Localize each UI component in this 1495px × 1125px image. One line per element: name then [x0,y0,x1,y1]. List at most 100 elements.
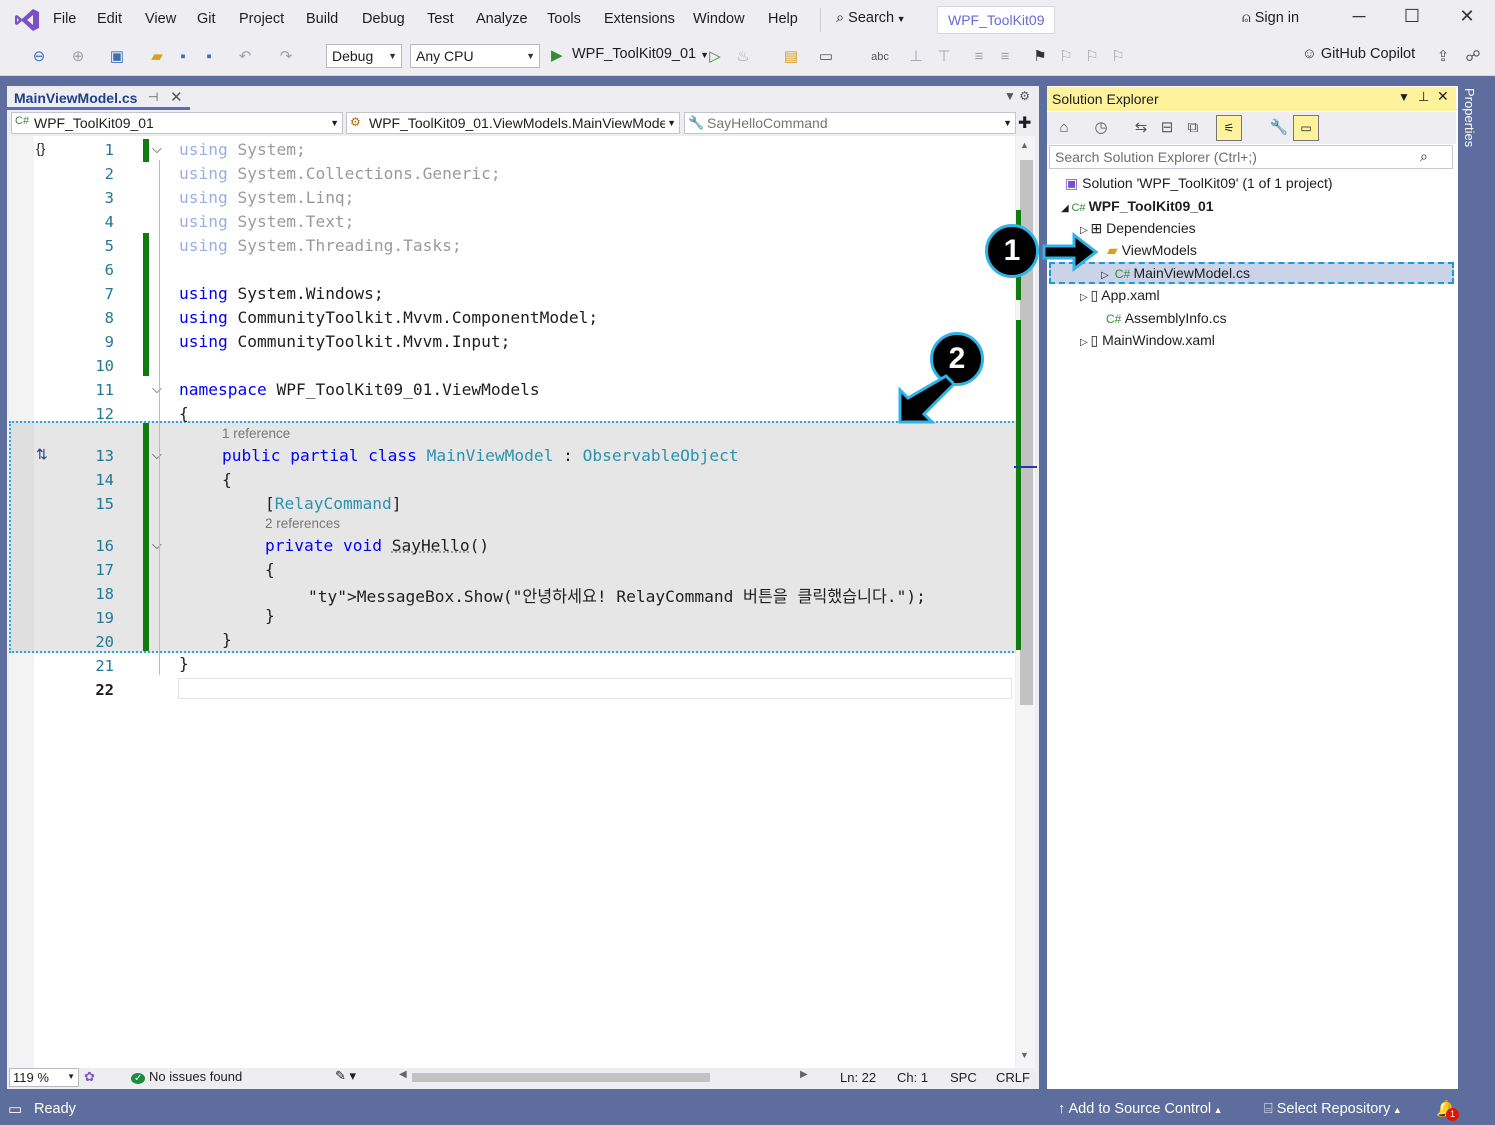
start-project-button[interactable]: WPF_ToolKit09_01 ▼ [572,46,709,62]
tree-folder-viewmodels[interactable]: ▰ ViewModels [1107,242,1197,259]
menu-extensions[interactable]: Extensions [604,11,675,27]
panel-options-icon[interactable]: ▼ [1398,90,1410,104]
sign-in-button[interactable]: ⍝ Sign in [1242,10,1299,26]
collapse-icon[interactable]: ⌵ [152,447,162,463]
project-nav-dropdown[interactable]: C# WPF_ToolKit09_01 ▼ [11,112,343,134]
save-all-icon[interactable]: ▪ [198,46,220,68]
collapse-icon[interactable]: ⌵ [152,537,162,553]
horizontal-scrollbar-thumb[interactable] [412,1073,710,1082]
codelens-references[interactable]: 2 references [265,516,340,531]
split-editor-icon[interactable]: ✚ [1018,113,1031,133]
uncomment-icon[interactable]: ⊤ [933,46,955,68]
maximize-button[interactable]: ☐ [1397,6,1427,34]
issues-indicator[interactable]: ✓ No issues found [131,1069,242,1084]
feedback-icon[interactable]: ☍ [1462,46,1484,68]
member-nav-dropdown[interactable]: 🔧 SayHelloCommand ▼ [684,112,1016,134]
pending-changes-icon[interactable]: ◷ [1090,117,1112,139]
close-icon[interactable]: ✕ [1437,88,1449,105]
solution-platform-dropdown[interactable]: Any CPU ▼ [410,44,540,68]
tree-solution[interactable]: ▣ Solution 'WPF_ToolKit09' (1 of 1 proje… [1065,175,1333,192]
scroll-left-icon[interactable]: ◀ [399,1069,407,1080]
properties-tab[interactable]: Properties [1462,88,1477,147]
undo-icon[interactable]: ↶ [234,46,256,68]
next-bookmark-icon[interactable]: ⚐ [1081,46,1103,68]
menu-window[interactable]: Window [693,11,745,27]
collapse-icon[interactable]: ⌵ [152,141,162,157]
zoom-dropdown[interactable]: 119 % ▼ [9,1068,79,1087]
tree-file-mainwindow[interactable]: ▷ ▯ MainWindow.xaml [1080,332,1215,349]
output-icon[interactable]: ▭ [8,1100,22,1118]
solution-configuration-dropdown[interactable]: Debug ▼ [326,44,402,68]
minimize-button[interactable]: ─ [1344,6,1374,34]
using-directive-icon[interactable]: {} [36,140,45,156]
tree-file-mainviewmodel[interactable]: ▷ C# MainViewModel.cs [1101,265,1250,281]
column-indicator[interactable]: Ch: 1 [897,1070,928,1085]
hot-reload-icon[interactable]: ♨ [732,46,754,68]
line-ending-indicator[interactable]: CRLF [996,1070,1030,1085]
global-search-button[interactable]: ⌕ Search ▼ [836,10,906,26]
menu-view[interactable]: View [145,11,176,27]
menu-project[interactable]: Project [239,11,284,27]
menu-test[interactable]: Test [427,11,454,27]
properties-wrench-icon[interactable]: 🔧 [1268,117,1290,139]
share-icon[interactable]: ⇪ [1432,46,1454,68]
clear-bookmarks-icon[interactable]: ⚐ [1107,46,1129,68]
navigate-forward-icon[interactable]: ⊕ [67,46,89,68]
start-debugging-icon[interactable]: ▶ [551,46,563,64]
pin-icon[interactable]: ⊣ [148,90,158,104]
solution-folder-icon[interactable]: ▤ [780,46,802,68]
tab-overflow-icon[interactable]: ▼ ⚙ [1004,89,1030,103]
scroll-down-icon[interactable]: ▼ [1020,1050,1029,1060]
save-icon[interactable]: ▪ [172,46,194,68]
menu-tools[interactable]: Tools [547,11,581,27]
tree-file-app[interactable]: ▷ ▯ App.xaml [1080,287,1160,304]
bookmark-icon[interactable]: ⚑ [1029,46,1051,68]
codelens-references[interactable]: 1 reference [222,426,290,441]
indent-icon[interactable]: ≡ [994,46,1016,68]
menu-debug[interactable]: Debug [362,11,405,27]
redo-icon[interactable]: ↷ [275,46,297,68]
menu-build[interactable]: Build [306,11,338,27]
close-icon[interactable]: ✕ [170,88,183,106]
tree-file-assemblyinfo[interactable]: C# AssemblyInfo.cs [1106,310,1227,326]
start-without-debugging-icon[interactable]: ▷ [704,46,726,68]
whitespace-indicator[interactable]: SPC [950,1070,977,1085]
previous-bookmark-icon[interactable]: ⚐ [1055,46,1077,68]
open-folder-icon[interactable]: ▰ [146,46,168,68]
github-copilot-button[interactable]: ☺ GitHub Copilot [1302,46,1415,62]
show-all-files-icon[interactable]: ⧉ [1182,117,1204,139]
close-window-button[interactable]: ✕ [1452,6,1482,34]
back-home-icon[interactable]: ⌂ [1053,117,1075,139]
select-repository-button[interactable]: ⌸ Select Repository ▲ [1264,1101,1402,1117]
menu-git[interactable]: Git [197,11,216,27]
type-nav-dropdown[interactable]: ⚙ WPF_ToolKit09_01.ViewModels.MainViewMod… [346,112,680,134]
scroll-up-icon[interactable]: ▲ [1020,140,1029,150]
intellicode-icon[interactable]: ✿ [84,1069,95,1085]
search-icon[interactable]: ⌕ [1420,148,1428,165]
inheritance-icon[interactable]: ⇅ [36,446,48,463]
spell-check-icon[interactable]: abc [869,46,891,68]
preview-selected-icon[interactable]: ▭ [1293,115,1319,141]
window-layout-icon[interactable]: ▭ [815,46,837,68]
add-to-source-control-button[interactable]: ↑ Add to Source Control ▲ [1058,1101,1223,1117]
menu-edit[interactable]: Edit [97,11,122,27]
collapse-icon[interactable]: ⌵ [152,381,162,397]
scroll-right-icon[interactable]: ▶ [800,1069,808,1080]
pin-icon[interactable]: ⊥ [1418,89,1429,105]
menu-help[interactable]: Help [768,11,798,27]
menu-file[interactable]: File [53,11,76,27]
collapse-all-icon[interactable]: ⊟ [1156,117,1178,139]
line-indicator[interactable]: Ln: 22 [840,1070,876,1085]
folder-icon: ▰ [1107,242,1122,258]
outdent-icon[interactable]: ≡ [968,46,990,68]
tree-project[interactable]: ◢ C# WPF_ToolKit09_01 [1061,198,1214,214]
solution-search-input[interactable]: Search Solution Explorer (Ctrl+;) [1049,145,1453,169]
new-project-icon[interactable]: ▣ [106,46,128,68]
comment-icon[interactable]: ⊥ [905,46,927,68]
chevron-up-icon: ▲ [1211,1105,1223,1115]
filter-icon[interactable]: ⚟ [1216,115,1242,141]
navigate-back-icon[interactable]: ⊖ [28,46,50,68]
code-cleanup-icon[interactable]: ✎ ▾ [335,1068,356,1084]
sync-icon[interactable]: ⇆ [1130,117,1152,139]
menu-analyze[interactable]: Analyze [476,11,528,27]
